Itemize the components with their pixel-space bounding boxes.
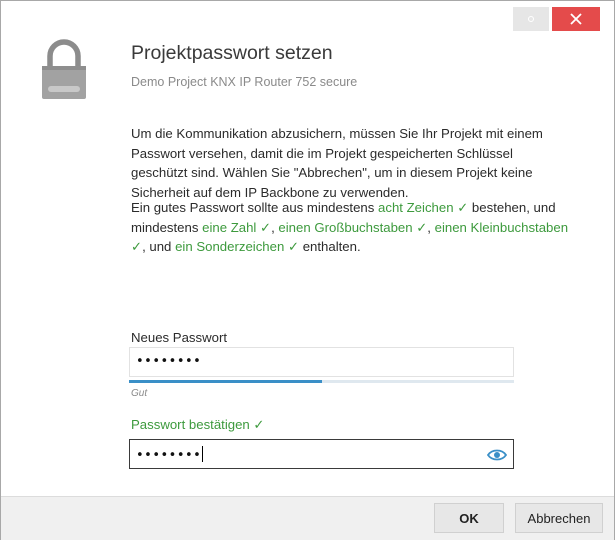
project-name: Demo Project KNX IP Router 752 secure bbox=[131, 75, 358, 89]
close-button[interactable] bbox=[552, 7, 600, 31]
requirement-uppercase: einen Großbuchstaben ✓ bbox=[278, 219, 428, 235]
requirement-length: acht Zeichen ✓ bbox=[378, 200, 469, 215]
confirm-password-label: Passwort bestätigen ✓ bbox=[131, 417, 265, 432]
dialog-footer: OK Abbrechen bbox=[1, 496, 614, 540]
circle-icon bbox=[528, 16, 534, 22]
dialog-title: Projektpasswort setzen bbox=[131, 42, 333, 64]
confirm-password-value: •••••••• bbox=[136, 448, 202, 463]
cancel-button[interactable]: Abbrechen bbox=[515, 503, 603, 533]
password-strength-label: Gut bbox=[131, 388, 148, 399]
new-password-field[interactable]: •••••••• bbox=[129, 347, 514, 377]
ok-button[interactable]: OK bbox=[434, 503, 504, 533]
password-strength-bar bbox=[129, 380, 514, 383]
confirm-password-field[interactable]: •••••••• bbox=[129, 439, 514, 469]
requirements-text: Ein gutes Passwort sollte aus mindestens bbox=[131, 200, 379, 215]
password-dialog: Projektpasswort setzen Demo Project KNX … bbox=[0, 0, 615, 540]
password-requirements: Ein gutes Passwort sollte aus mindestens… bbox=[131, 198, 571, 257]
requirement-digit: eine Zahl ✓ bbox=[202, 219, 272, 235]
close-icon bbox=[570, 13, 582, 25]
intro-text: Um die Kommunikation abzusichern, müssen… bbox=[131, 126, 543, 200]
new-password-value: •••••••• bbox=[136, 354, 202, 369]
padlock-icon bbox=[42, 39, 86, 99]
requirement-special-char: ein Sonderzeichen ✓ bbox=[175, 239, 300, 254]
minimize-button[interactable] bbox=[513, 7, 549, 31]
new-password-label: Neues Passwort bbox=[131, 330, 228, 345]
requirements-text: , bbox=[427, 219, 435, 235]
requirements-text: , und bbox=[142, 239, 176, 254]
password-strength-fill bbox=[129, 380, 322, 383]
requirements-text: enthalten. bbox=[299, 239, 361, 254]
text-caret bbox=[202, 446, 204, 462]
eye-icon[interactable] bbox=[487, 448, 507, 462]
